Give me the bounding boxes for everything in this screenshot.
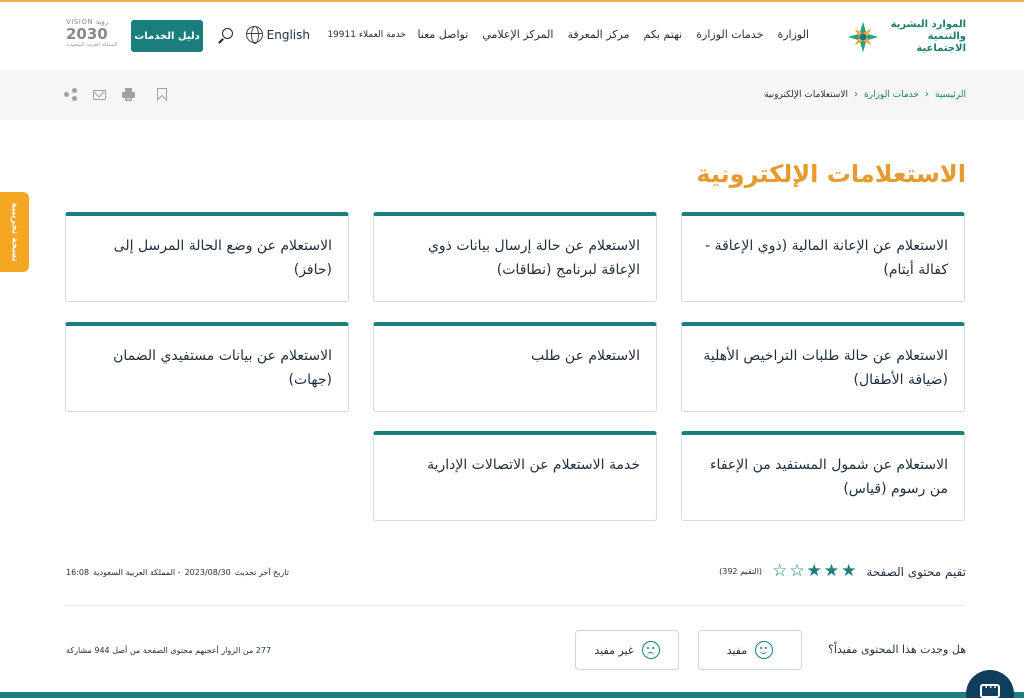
updated-label: تاريخ آخر تحديث (234, 568, 289, 577)
nav-ministry[interactable]: الوزارة (770, 28, 816, 41)
feedback-stats: 277 من الزوار أعجبهم محتوى الصفحة من أصل… (66, 646, 272, 655)
updated-date: 2023/08/30 (184, 568, 231, 577)
logo-line-2: والتنمية الاجتماعية (916, 31, 966, 54)
updated-time: 16:08 (66, 568, 90, 577)
card-label: الاستعلام عن طلب (530, 348, 640, 364)
sad-face-icon (641, 641, 660, 659)
share-icon[interactable] (64, 88, 77, 101)
service-card-request[interactable]: الاستعلام عن طلب (373, 322, 657, 412)
chat-icon[interactable] (966, 670, 1014, 698)
page-tools (64, 88, 167, 101)
beta-version-label: نسخة تجريبية (9, 202, 20, 262)
rating-count: (التقيم 392) (719, 567, 763, 576)
logo-line-1: الموارد البشرية (890, 19, 966, 30)
logo-star-icon (847, 21, 879, 53)
vision-2030-logo: VISION رؤية 2030 المملكة العربية السعودي… (66, 18, 118, 54)
rating-stars[interactable]: ★ ★ ★ ☆ ☆ (772, 563, 856, 580)
globe-icon (245, 26, 263, 44)
card-label: خدمة الاستعلام عن الاتصالات الإدارية (427, 457, 640, 473)
chevron-left-icon: ‹ (854, 89, 859, 100)
last-updated: تاريخ آخر تحديث 2023/08/30 - المملكة الع… (66, 568, 289, 577)
rating-label: تقيم محتوى الصفحة (866, 564, 966, 579)
breadcrumb: الرئيسية ‹ خدمات الوزارة ‹ الاستعلامات ا… (764, 89, 966, 100)
breadcrumb-current: الاستعلامات الإلكترونية (764, 89, 849, 100)
card-label: الاستعلام عن الإعانة المالية (ذوي الإعاق… (705, 238, 948, 278)
nav-we-care[interactable]: نهتم بكم (637, 28, 690, 41)
useful-button[interactable]: مفيد (698, 630, 802, 670)
nav-services[interactable]: خدمات الوزارة (689, 28, 770, 41)
star-empty-icon[interactable]: ☆ (772, 563, 787, 580)
ministry-logo[interactable]: الموارد البشرية والتنمية الاجتماعية (846, 16, 966, 58)
card-label: الاستعلام عن شمول المستفيد من الإعفاء من… (709, 457, 948, 497)
breadcrumb-bar: الرئيسية ‹ خدمات الوزارة ‹ الاستعلامات ا… (0, 70, 1024, 120)
star-empty-icon[interactable]: ☆ (789, 563, 804, 580)
beta-version-tab[interactable]: نسخة تجريبية (0, 192, 29, 272)
divider (66, 605, 964, 606)
breadcrumb-services[interactable]: خدمات الوزارة (864, 90, 919, 100)
card-label: الاستعلام عن وضع الحالة المرسل إلى (حافز… (113, 238, 332, 278)
service-card-admin-communications[interactable]: خدمة الاستعلام عن الاتصالات الإدارية (373, 431, 657, 521)
card-label: الاستعلام عن بيانات مستفيدي الضمان (جهات… (113, 348, 332, 388)
card-label: الاستعلام عن حالة إرسال بيانات ذوي الإعا… (427, 238, 640, 278)
star-filled-icon[interactable]: ★ (841, 563, 856, 580)
chevron-left-icon: ‹ (925, 89, 929, 100)
vision-year: 2030 (66, 25, 108, 43)
nav-media-center[interactable]: المركز الإعلامي (475, 28, 560, 41)
breadcrumb-home[interactable]: الرئيسية (935, 90, 966, 100)
feedback-question: هل وجدت هذا المحتوى مفيداً؟ (828, 643, 966, 656)
logo-text: الموارد البشرية والتنمية الاجتماعية (888, 19, 966, 55)
site-header: الموارد البشرية والتنمية الاجتماعية الوز… (0, 0, 1024, 70)
services-guide-button[interactable]: دليل الخدمات (131, 20, 203, 52)
print-icon[interactable] (122, 88, 135, 101)
nav-knowledge-center[interactable]: مركز المعرفة (560, 28, 636, 41)
vision-sub-text: المملكة العربية السعودية (66, 42, 118, 48)
updated-place: - المملكة العربية السعودية (93, 568, 181, 577)
not-useful-button[interactable]: غير مفيد (575, 630, 679, 670)
page-title: الاستعلامات الإلكترونية (696, 160, 966, 188)
customer-service-number[interactable]: خدمة العملاء 19911 (327, 30, 406, 40)
language-label: English (266, 27, 310, 42)
not-useful-label: غير مفيد (594, 643, 634, 657)
useful-label: مفيد (726, 643, 748, 657)
service-card-licenses[interactable]: الاستعلام عن حالة طلبات التراخيص الأهلية… (681, 322, 965, 412)
mail-icon[interactable] (93, 90, 106, 100)
star-filled-icon[interactable]: ★ (807, 563, 822, 580)
card-label: الاستعلام عن حالة طلبات التراخيص الأهلية… (703, 348, 948, 388)
language-switcher[interactable]: English (245, 26, 310, 44)
service-card-social-security[interactable]: الاستعلام عن بيانات مستفيدي الضمان (جهات… (65, 322, 349, 412)
page-rating: تقيم محتوى الصفحة ★ ★ ★ ☆ ☆ (التقيم 392) (719, 563, 966, 580)
bookmark-icon[interactable] (157, 88, 167, 101)
nav-contact-us[interactable]: تواصل معنا (410, 28, 475, 41)
main-nav: الوزارة خدمات الوزارة نهتم بكم مركز المع… (410, 28, 816, 41)
smile-face-icon (755, 641, 774, 659)
service-card-hafiz-status[interactable]: الاستعلام عن وضع الحالة المرسل إلى (حافز… (65, 212, 349, 302)
search-icon[interactable] (218, 28, 234, 44)
footer-bar (0, 692, 1024, 698)
service-card-qiyas-exemption[interactable]: الاستعلام عن شمول المستفيد من الإعفاء من… (681, 431, 965, 521)
service-card-disability-data[interactable]: الاستعلام عن حالة إرسال بيانات ذوي الإعا… (373, 212, 657, 302)
service-card-financial-aid[interactable]: الاستعلام عن الإعانة المالية (ذوي الإعاق… (681, 212, 965, 302)
star-filled-icon[interactable]: ★ (824, 563, 839, 580)
